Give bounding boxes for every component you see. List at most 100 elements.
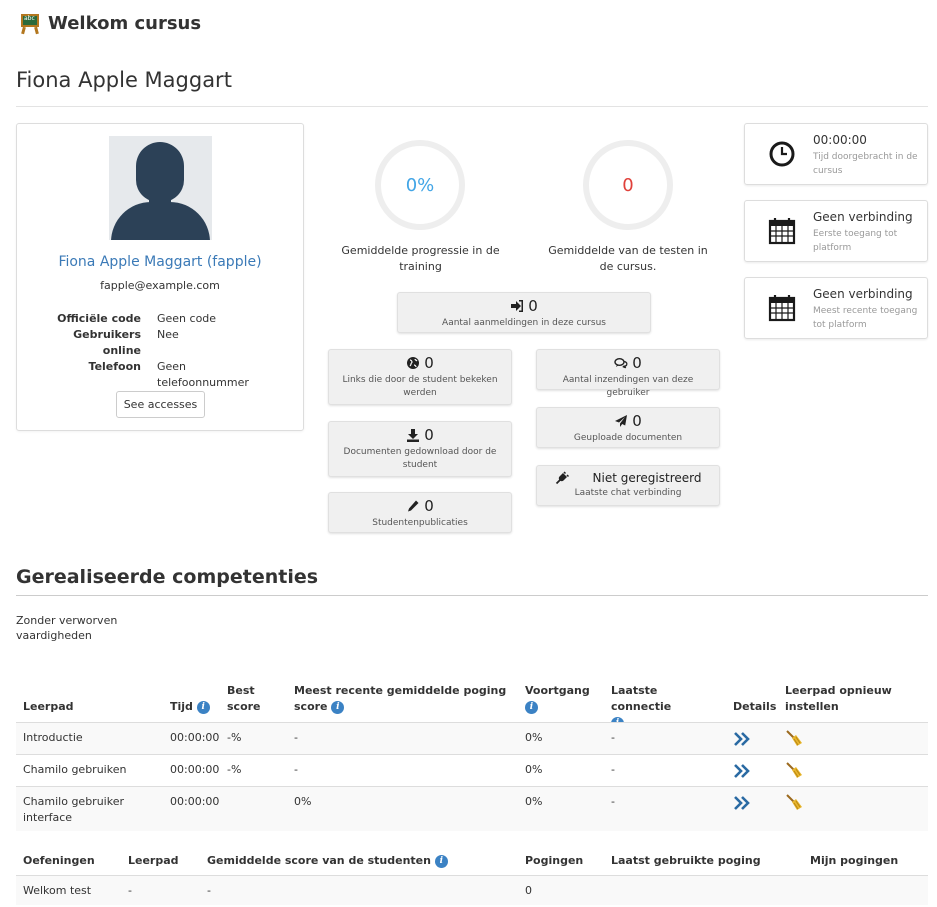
time-in-course-value: 00:00:00 xyxy=(813,133,867,147)
col-laatst-poging: Laatst gebruikte poging xyxy=(611,854,761,867)
course-header: abc Welkom cursus xyxy=(18,12,202,35)
reset-broom-icon[interactable] xyxy=(785,761,803,779)
exercises-table: Oefeningen Leerpad Gemiddelde score van … xyxy=(16,845,928,905)
pencil-icon xyxy=(408,500,419,512)
lp-progress: 0% xyxy=(525,795,543,808)
calendar-icon xyxy=(768,295,796,322)
stat-downloads: 0 Documenten gedownload door de student xyxy=(328,421,512,477)
first-access-value: Geen verbinding xyxy=(813,210,913,224)
details-chevron-icon[interactable] xyxy=(733,795,751,811)
col-pogingen: Pogingen xyxy=(525,854,584,867)
reset-broom-icon[interactable] xyxy=(785,793,803,811)
col-best-score: Best score xyxy=(227,684,261,713)
download-icon xyxy=(407,429,420,442)
first-access-label: Eerste toegang tot platform xyxy=(813,229,898,253)
lp-last: - xyxy=(611,731,615,744)
info-value-online: Nee xyxy=(157,328,179,341)
time-in-course-label: Tijd doorgebracht in de cursus xyxy=(813,152,918,176)
stat-publications-label: Studentenpublicaties xyxy=(372,518,468,528)
details-chevron-icon[interactable] xyxy=(733,731,751,747)
progress-ring-label: Gemiddelde progressie in de training xyxy=(341,244,500,273)
lp-last: - xyxy=(611,795,615,808)
no-skills-text: Zonder verworven vaardigheden xyxy=(16,614,118,642)
stat-uploads-label: Geuploade documenten xyxy=(573,433,683,443)
lp-time: 00:00:00 xyxy=(170,731,220,744)
calendar-icon xyxy=(768,218,796,245)
lp-recent: 0% xyxy=(294,795,312,808)
lp-time: 00:00:00 xyxy=(170,763,220,776)
lp-best: -% xyxy=(227,763,242,776)
stat-links-value: 0 xyxy=(424,354,434,372)
last-access-card: Geen verbinding Meest recente toegang to… xyxy=(744,277,928,339)
lp-name: Chamilo gebruiker interface xyxy=(23,795,124,824)
stat-downloads-label: Documenten gedownload door de student xyxy=(343,447,497,470)
stat-links: 0 Links die door de student bekeken werd… xyxy=(328,349,512,405)
stat-logins-value: 0 xyxy=(528,297,538,315)
lp-last: - xyxy=(611,763,615,776)
lp-time: 00:00:00 xyxy=(170,795,220,808)
col-reset: Leerpad opnieuw instellen xyxy=(785,684,892,713)
avatar xyxy=(109,136,212,240)
stat-links-label: Links die door de student bekeken werden xyxy=(342,375,498,398)
col-recent-label: Meest recente gemiddelde poging score xyxy=(294,684,507,713)
col-recent-score: Meest recente gemiddelde poging score i xyxy=(294,683,509,715)
stat-submissions: 0 Aantal inzendingen van deze gebruiker xyxy=(536,349,720,398)
lp-progress: 0% xyxy=(525,763,543,776)
info-key-online: Gebruikers online xyxy=(73,328,141,357)
info-key-code: Officiële code xyxy=(57,312,141,325)
stat-publications-value: 0 xyxy=(424,497,434,515)
student-profile-link[interactable]: Fiona Apple Maggart (fapple) xyxy=(17,254,303,270)
col-gem-score: Gemiddelde score van de studenten i xyxy=(207,853,448,869)
col-tijd-label: Tijd xyxy=(170,700,193,713)
last-access-label: Meest recente toegang tot platform xyxy=(813,306,918,330)
course-title: Welkom cursus xyxy=(48,12,202,34)
details-chevron-icon[interactable] xyxy=(733,763,751,779)
test-score-ring-label: Gemiddelde van de testen in de cursus. xyxy=(548,244,708,273)
test-score-ring: 0 xyxy=(583,140,673,230)
stat-logins: 0 Aantal aanmeldingen in deze cursus xyxy=(397,292,651,333)
info-icon[interactable]: i xyxy=(525,700,538,714)
stat-submissions-label: Aantal inzendingen van deze gebruiker xyxy=(562,375,694,398)
stat-chat-value: Niet geregistreerd xyxy=(592,471,702,485)
col-voortgang-label: Voortgang xyxy=(525,684,590,697)
ex-attempts: 0 xyxy=(525,884,532,897)
see-accesses-button[interactable]: See accesses xyxy=(116,391,205,418)
col-oefeningen: Oefeningen xyxy=(23,854,95,867)
stat-chat: Niet geregistreerd Laatste chat verbindi… xyxy=(536,465,720,506)
table-row: Chamilo gebruiker interface 00:00:00 0% … xyxy=(16,786,928,831)
paper-plane-icon xyxy=(615,415,628,427)
student-name-heading: Fiona Apple Maggart xyxy=(16,68,232,92)
comments-icon xyxy=(614,358,628,369)
stat-uploads: 0 Geuploade documenten xyxy=(536,407,720,448)
stat-downloads-value: 0 xyxy=(424,426,434,444)
col-details: Details xyxy=(733,700,777,713)
stat-uploads-value: 0 xyxy=(632,412,642,430)
info-value-code: Geen code xyxy=(157,312,217,325)
globe-icon xyxy=(407,357,420,369)
reset-broom-icon[interactable] xyxy=(785,729,803,747)
lp-name: Introductie xyxy=(23,731,83,744)
progress-ring: 0% xyxy=(375,140,465,230)
info-icon[interactable]: i xyxy=(434,854,448,868)
lp-recent: - xyxy=(294,731,298,744)
info-icon[interactable]: i xyxy=(196,700,210,714)
lp-name: Chamilo gebruiken xyxy=(23,763,127,776)
first-access-card: Geen verbinding Eerste toegang tot platf… xyxy=(744,200,928,262)
col-gem-label: Gemiddelde score van de studenten xyxy=(207,854,431,867)
chalkboard-icon: abc xyxy=(18,12,42,35)
lp-best: -% xyxy=(227,731,242,744)
table-row: Introductie 00:00:00 -% - 0% - xyxy=(16,722,928,754)
col-voortgang: Voortgang i xyxy=(525,683,595,715)
competences-title: Gerealiseerde competenties xyxy=(16,566,319,588)
stat-chat-label: Laatste chat verbinding xyxy=(574,488,682,498)
info-icon[interactable]: i xyxy=(331,700,345,714)
ex-name: Welkom test xyxy=(23,884,92,897)
stat-submissions-value: 0 xyxy=(632,354,642,372)
divider xyxy=(16,595,928,596)
divider xyxy=(16,106,928,107)
time-in-course-card: 00:00:00 Tijd doorgebracht in de cursus xyxy=(744,123,928,185)
info-value-phone: Geen telefoonnummer xyxy=(157,360,249,389)
last-access-value: Geen verbinding xyxy=(813,287,913,301)
lp-recent: - xyxy=(294,763,298,776)
stat-logins-label: Aantal aanmeldingen in deze cursus xyxy=(442,318,606,328)
